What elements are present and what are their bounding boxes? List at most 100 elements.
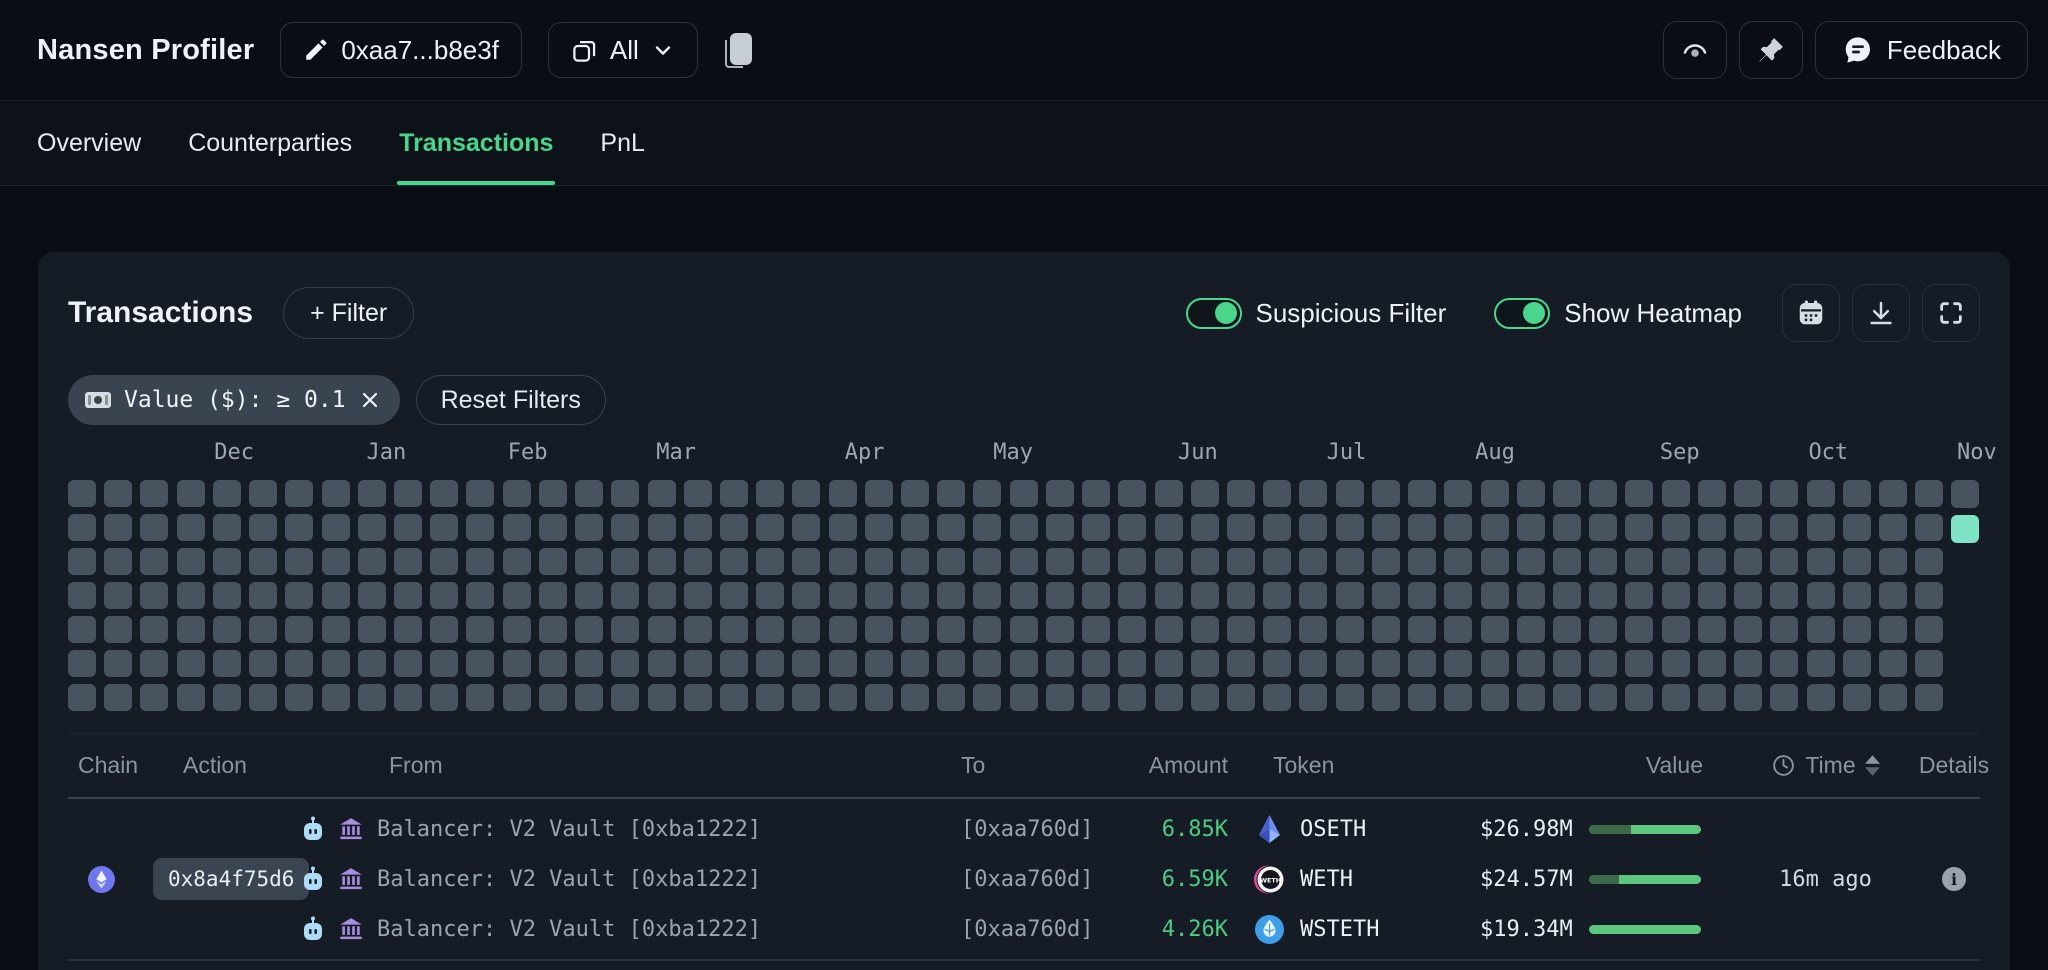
heatmap-cell[interactable] — [865, 684, 893, 711]
heatmap-cell[interactable] — [1227, 480, 1255, 507]
heatmap-cell[interactable] — [213, 548, 241, 575]
heatmap-cell[interactable] — [1625, 684, 1653, 711]
heatmap-cell[interactable] — [1698, 548, 1726, 575]
heatmap-cell[interactable] — [1046, 480, 1074, 507]
heatmap-cell[interactable] — [1263, 582, 1291, 609]
heatmap-cell[interactable] — [285, 514, 313, 541]
tab-transactions[interactable]: Transactions — [399, 101, 553, 185]
heatmap-cell[interactable] — [1662, 650, 1690, 677]
heatmap-cell[interactable] — [575, 514, 603, 541]
heatmap-cell[interactable] — [901, 616, 929, 643]
heatmap-cell[interactable] — [1589, 650, 1617, 677]
heatmap-cell[interactable] — [1444, 616, 1472, 643]
heatmap-cell[interactable] — [177, 582, 205, 609]
heatmap-cell[interactable] — [104, 650, 132, 677]
heatmap-cell[interactable] — [1517, 548, 1545, 575]
heatmap-cell[interactable] — [1263, 480, 1291, 507]
heatmap-cell[interactable] — [539, 616, 567, 643]
heatmap-cell[interactable] — [1807, 548, 1835, 575]
heatmap-cell[interactable] — [648, 650, 676, 677]
heatmap-cell[interactable] — [140, 480, 168, 507]
heatmap-cell[interactable] — [1191, 684, 1219, 711]
heatmap-cell[interactable] — [1589, 480, 1617, 507]
heatmap-cell[interactable] — [684, 650, 712, 677]
to-entry[interactable]: [0xaa760d] — [955, 857, 1085, 901]
heatmap-cell[interactable] — [1662, 582, 1690, 609]
heatmap-cell[interactable] — [1118, 514, 1146, 541]
heatmap-cell[interactable] — [1589, 582, 1617, 609]
heatmap-cell[interactable] — [1372, 548, 1400, 575]
heatmap-cell[interactable] — [140, 650, 168, 677]
heatmap-cell[interactable] — [1336, 616, 1364, 643]
heatmap-cell[interactable] — [901, 480, 929, 507]
heatmap-cell[interactable] — [1481, 514, 1509, 541]
heatmap-cell[interactable] — [1444, 650, 1472, 677]
heatmap-cell[interactable] — [756, 480, 784, 507]
heatmap-cell[interactable] — [285, 548, 313, 575]
heatmap-cell[interactable] — [1770, 548, 1798, 575]
heatmap-cell[interactable] — [1299, 548, 1327, 575]
heatmap-cell[interactable] — [68, 616, 96, 643]
heatmap-cell[interactable] — [1553, 616, 1581, 643]
heatmap-cell[interactable] — [213, 684, 241, 711]
heatmap-cell[interactable] — [1299, 650, 1327, 677]
heatmap-cell[interactable] — [1915, 514, 1943, 541]
heatmap-cell[interactable] — [1734, 582, 1762, 609]
heatmap-cell[interactable] — [1625, 548, 1653, 575]
heatmap-cell[interactable] — [1444, 480, 1472, 507]
heatmap-cell[interactable] — [1625, 514, 1653, 541]
heatmap-cell[interactable] — [249, 650, 277, 677]
address-button[interactable]: 0xaa7...b8e3f — [280, 22, 522, 78]
heatmap-cell[interactable] — [1553, 684, 1581, 711]
heatmap-cell[interactable] — [1082, 650, 1110, 677]
heatmap-cell[interactable] — [249, 514, 277, 541]
heatmap-cell[interactable] — [865, 582, 893, 609]
heatmap-cell[interactable] — [1155, 684, 1183, 711]
heatmap-cell[interactable] — [1191, 514, 1219, 541]
heatmap-cell[interactable] — [1118, 650, 1146, 677]
heatmap-cell[interactable] — [1227, 684, 1255, 711]
heatmap-cell[interactable] — [1155, 514, 1183, 541]
heatmap-cell[interactable] — [1299, 480, 1327, 507]
heatmap-cell[interactable] — [1481, 650, 1509, 677]
action-hash-pill[interactable]: 0x8a4f75d6 — [153, 858, 309, 900]
heatmap-cell[interactable] — [1191, 480, 1219, 507]
heatmap-cell[interactable] — [1082, 548, 1110, 575]
heatmap-cell[interactable] — [937, 480, 965, 507]
heatmap-cell[interactable] — [684, 480, 712, 507]
heatmap-cell[interactable] — [322, 616, 350, 643]
tab-pnl[interactable]: PnL — [600, 101, 644, 185]
heatmap-cell[interactable] — [1843, 480, 1871, 507]
heatmap-cell[interactable] — [829, 480, 857, 507]
heatmap-cell[interactable] — [1010, 480, 1038, 507]
heatmap-cell[interactable] — [684, 514, 712, 541]
heatmap-cell[interactable] — [1155, 616, 1183, 643]
heatmap-cell[interactable] — [756, 684, 784, 711]
heatmap-cell[interactable] — [1770, 514, 1798, 541]
heatmap-cell[interactable] — [539, 582, 567, 609]
heatmap-cell[interactable] — [358, 684, 386, 711]
heatmap-cell[interactable] — [539, 650, 567, 677]
heatmap-cell[interactable] — [104, 582, 132, 609]
heatmap-cell[interactable] — [503, 514, 531, 541]
heatmap-cell[interactable] — [1589, 514, 1617, 541]
add-filter-button[interactable]: + Filter — [283, 287, 414, 339]
heatmap-cell[interactable] — [1118, 616, 1146, 643]
heatmap-cell[interactable] — [1662, 684, 1690, 711]
heatmap-cell[interactable] — [1589, 548, 1617, 575]
heatmap-cell[interactable] — [1191, 650, 1219, 677]
heatmap-cell[interactable] — [1734, 650, 1762, 677]
heatmap-cell[interactable] — [322, 514, 350, 541]
heatmap-cell[interactable] — [648, 582, 676, 609]
heatmap-cell[interactable] — [575, 548, 603, 575]
heatmap-cell[interactable] — [1843, 514, 1871, 541]
heatmap-cell[interactable] — [1191, 582, 1219, 609]
heatmap-cell[interactable] — [720, 514, 748, 541]
heatmap-cell[interactable] — [1879, 548, 1907, 575]
heatmap-cell[interactable] — [1408, 650, 1436, 677]
heatmap-cell[interactable] — [1481, 480, 1509, 507]
heatmap-cell[interactable] — [1807, 582, 1835, 609]
heatmap-cell[interactable] — [503, 480, 531, 507]
heatmap-cell[interactable] — [1662, 616, 1690, 643]
heatmap-cell[interactable] — [1191, 548, 1219, 575]
